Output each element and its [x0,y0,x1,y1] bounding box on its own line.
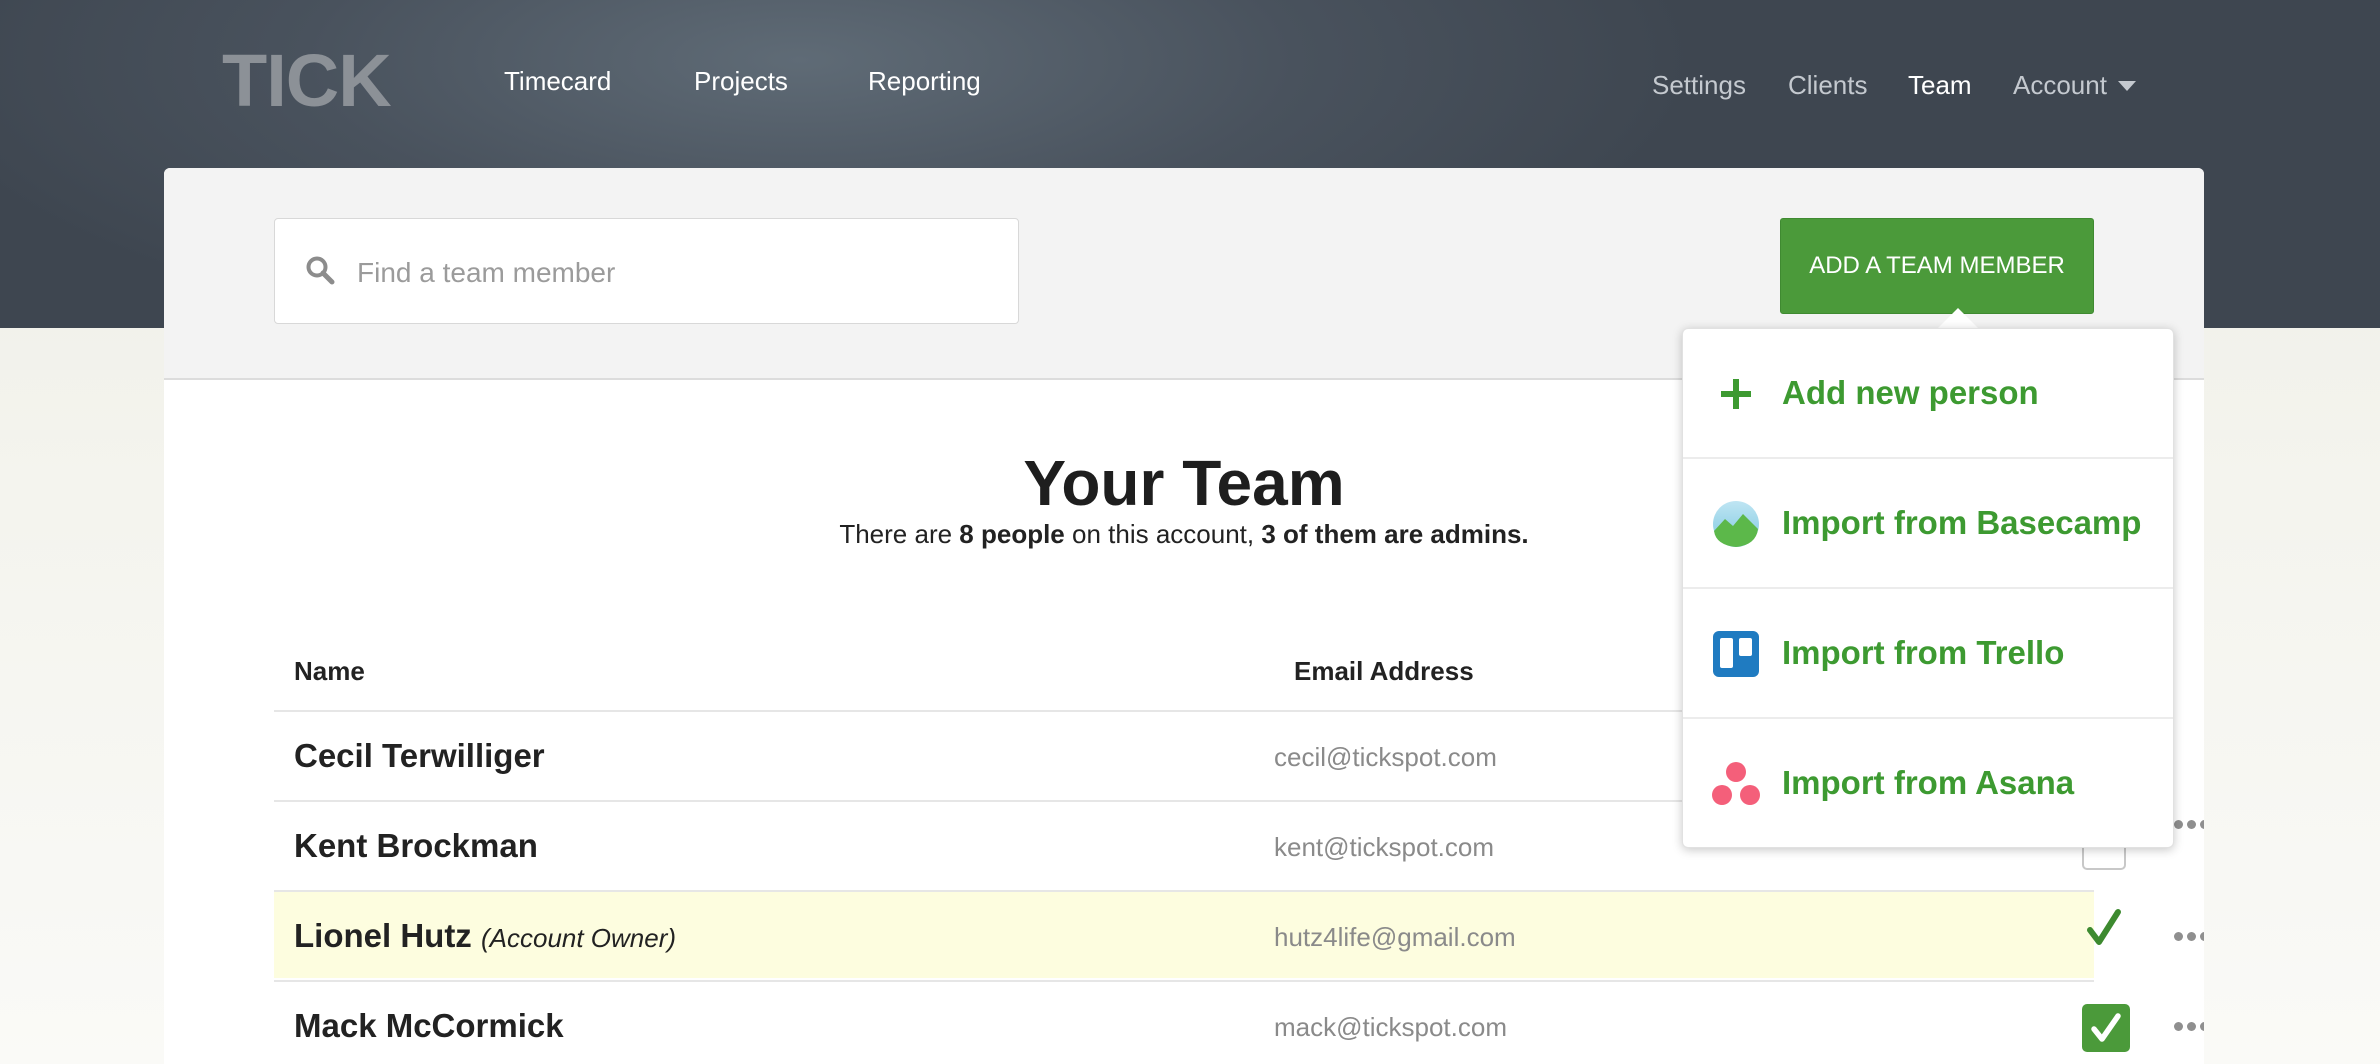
import-basecamp-option[interactable]: Import from Basecamp [1683,459,2173,589]
nav-reporting[interactable]: Reporting [868,66,981,96]
trello-icon [1713,631,1759,677]
option-label: Import from Trello [1782,634,2065,671]
add-member-dropdown: Add new person Import from Basecamp Impo… [1682,328,2174,848]
summary-middle: on this account, [1064,519,1262,549]
column-header-name[interactable]: Name [294,656,365,686]
people-count: 8 people [959,519,1065,549]
option-label: Add new person [1782,374,2039,411]
asana-icon [1712,762,1760,805]
nav-timecard[interactable]: Timecard [504,66,611,96]
member-name: Mack McCormick [294,1007,564,1044]
more-options-icon[interactable] [2174,932,2204,942]
more-options-icon[interactable] [2174,1022,2204,1032]
column-header-email[interactable]: Email Address [1294,656,1474,686]
member-name: Kent Brockman [294,827,538,864]
admin-count: 3 of them are admins. [1261,519,1529,549]
plus-icon [1721,379,1751,409]
import-trello-option[interactable]: Import from Trello [1683,589,2173,719]
member-name: Cecil Terwilliger [294,737,545,774]
member-email: kent@tickspot.com [1274,832,1495,862]
option-label: Import from Basecamp [1782,504,2142,541]
import-asana-option[interactable]: Import from Asana [1683,719,2173,849]
tick-logo[interactable]: TICK [222,44,392,118]
dropdown-arrow [1938,308,1978,328]
more-options-icon[interactable] [2174,820,2204,830]
nav-account[interactable]: Account [2013,70,2107,100]
nav-team[interactable]: Team [1908,70,1972,100]
search-box[interactable] [274,218,1019,324]
summary-prefix: There are [839,519,960,549]
nav-settings[interactable]: Settings [1652,70,1746,100]
member-name: Lionel Hutz (Account Owner) [294,917,677,954]
search-input[interactable] [355,247,979,299]
member-email: hutz4life@gmail.com [1274,922,1516,952]
chevron-down-icon[interactable] [2118,81,2136,91]
basecamp-icon [1713,501,1759,547]
admin-checkbox-checked[interactable] [2082,1004,2130,1052]
table-row[interactable]: Mack McCormick mack@tickspot.com [274,980,2204,1064]
nav-projects[interactable]: Projects [694,66,788,96]
option-label: Import from Asana [1782,764,2075,801]
table-row-owner[interactable]: Lionel Hutz (Account Owner) hutz4life@gm… [274,890,2204,978]
member-email: cecil@tickspot.com [1274,742,1497,772]
add-team-member-button[interactable]: ADD A TEAM MEMBER [1780,218,2094,314]
account-owner-label: (Account Owner) [480,923,677,953]
nav-clients[interactable]: Clients [1788,70,1867,100]
search-icon [306,256,335,285]
add-new-person-option[interactable]: Add new person [1683,329,2173,459]
check-icon [2091,1013,2121,1042]
member-email: mack@tickspot.com [1274,1012,1507,1042]
owner-check-icon [2087,909,2121,945]
